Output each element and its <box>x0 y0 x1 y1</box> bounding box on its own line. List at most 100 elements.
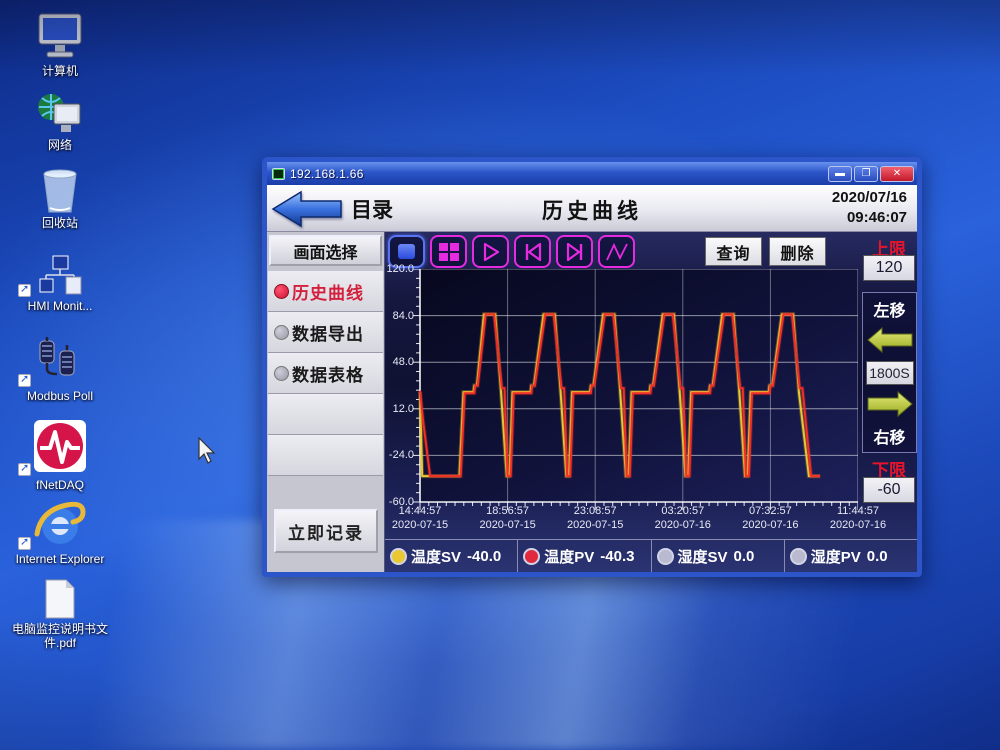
temp-pv-color-dot <box>523 548 540 565</box>
desktop-icon-label: Modbus Poll <box>12 390 108 404</box>
recycle-bin-icon <box>12 168 108 214</box>
desktop-icon-label: 电脑监控说明书文件.pdf <box>12 623 108 651</box>
page-title: 历史曲线 <box>267 195 917 225</box>
radio-icon <box>274 366 289 381</box>
pan-left-arrow-button[interactable] <box>867 327 913 354</box>
time-value: 09:46:07 <box>832 208 907 228</box>
x-tick-label: 14:44:572020-07-15 <box>392 505 448 533</box>
skip-end-button[interactable] <box>556 235 593 268</box>
sidebar-item-history-curve[interactable]: 历史曲线 <box>268 271 383 312</box>
pan-left-label: 左移 <box>873 297 905 321</box>
multi-view-button[interactable] <box>430 235 467 268</box>
desktop-icon-label: HMI Monit... <box>12 300 108 314</box>
desktop-icon-hmi-monitor[interactable]: HMI Monit... <box>12 255 108 314</box>
y-tick-label: 120.0 <box>386 263 414 275</box>
close-button[interactable]: ✕ <box>880 166 914 182</box>
minimize-button[interactable]: ▬ <box>828 166 852 182</box>
desktop-icon-pdf-document[interactable]: 电脑监控说明书文件.pdf <box>12 578 108 651</box>
screen-content: 画面选择 历史曲线 数据导出 数据表格 <box>267 232 917 572</box>
radio-icon <box>274 325 289 340</box>
sidebar-empty-row <box>268 435 383 476</box>
window-titlebar[interactable]: 192.168.1.66 ▬ ❐ ✕ <box>267 162 917 185</box>
curve-mode-button[interactable] <box>598 235 635 268</box>
curve-toolbar <box>388 235 635 268</box>
desktop-icon-label: 计算机 <box>12 65 108 79</box>
y-tick-label: -24.0 <box>389 449 414 461</box>
skip-start-button[interactable] <box>514 235 551 268</box>
datetime-display: 2020/07/16 09:46:07 <box>832 188 907 229</box>
shortcut-arrow-icon <box>18 374 31 387</box>
sidebar: 画面选择 历史曲线 数据导出 数据表格 <box>267 232 385 572</box>
modbus-poll-icon <box>12 335 108 387</box>
curve-legend: 温度SV -40.0 温度PV -40.3 湿度SV 0.0 <box>385 539 917 572</box>
hmi-window: 192.168.1.66 ▬ ❐ ✕ 目录 历史曲线 2020/07/16 09… <box>262 157 922 577</box>
legend-item-temp-pv[interactable]: 温度PV -40.3 <box>517 540 650 572</box>
minimize-icon: ▬ <box>835 168 845 179</box>
history-trend-plot[interactable] <box>412 269 858 511</box>
desktop-icon-label: fNetDAQ <box>12 479 108 493</box>
hmi-monitor-icon <box>12 255 108 297</box>
date-value: 2020/07/16 <box>832 188 907 208</box>
x-tick-label: 07:32:572020-07-16 <box>742 505 798 533</box>
legend-item-humidity-pv[interactable]: 湿度PV 0.0 <box>784 540 917 572</box>
window-title: 192.168.1.66 <box>290 167 826 181</box>
desktop-icon-computer[interactable]: 计算机 <box>12 12 108 79</box>
desktop-icon-fnetdaq[interactable]: fNetDAQ <box>12 418 108 493</box>
x-tick-label: 18:56:572020-07-15 <box>479 505 535 533</box>
screen-header: 目录 历史曲线 2020/07/16 09:46:07 <box>267 185 917 232</box>
query-button[interactable]: 查询 <box>705 237 762 266</box>
desktop-icon-label: 网络 <box>12 139 108 153</box>
shortcut-arrow-icon <box>18 463 31 476</box>
sidebar-item-data-export[interactable]: 数据导出 <box>268 312 383 353</box>
pdf-document-icon <box>12 578 108 620</box>
desktop-icon-modbus-poll[interactable]: Modbus Poll <box>12 335 108 404</box>
maximize-icon: ❐ <box>862 168 871 179</box>
sidebar-empty-row <box>268 394 383 435</box>
legend-item-temp-sv[interactable]: 温度SV -40.0 <box>385 540 517 572</box>
legend-item-humidity-sv[interactable]: 湿度SV 0.0 <box>651 540 784 572</box>
play-icon <box>481 242 501 262</box>
app-icon <box>272 168 285 180</box>
curve-icon <box>605 242 629 262</box>
x-tick-label: 03:20:572020-07-16 <box>655 505 711 533</box>
y-tick-label: 84.0 <box>393 310 414 322</box>
x-axis-labels: 14:44:572020-07-1518:56:572020-07-1523:0… <box>420 505 858 535</box>
upper-limit-value[interactable]: 120 <box>863 255 915 281</box>
temp-sv-color-dot <box>390 548 407 565</box>
pan-interval-value[interactable]: 1800S <box>866 361 914 385</box>
internet-explorer-icon <box>12 500 108 550</box>
desktop: 计算机 网络 回收站 <box>0 0 1000 750</box>
desktop-icon-label: 回收站 <box>12 217 108 231</box>
computer-icon <box>12 12 108 62</box>
radio-selected-icon <box>274 284 289 299</box>
y-tick-label: 12.0 <box>393 403 414 415</box>
y-tick-label: 48.0 <box>393 356 414 368</box>
multi-view-icon <box>438 242 460 262</box>
desktop-icon-internet-explorer[interactable]: Internet Explorer <box>12 500 108 567</box>
shortcut-arrow-icon <box>18 284 31 297</box>
skip-start-icon <box>523 242 543 262</box>
single-view-icon <box>398 244 415 259</box>
fnetdaq-icon <box>12 418 108 476</box>
play-button[interactable] <box>472 235 509 268</box>
shortcut-arrow-icon <box>18 537 31 550</box>
mouse-cursor <box>197 437 217 465</box>
pan-controls: 左移 1800S 右移 <box>862 292 917 453</box>
pan-right-arrow-button[interactable] <box>867 391 913 418</box>
x-tick-label: 11:44:572020-07-16 <box>830 505 886 533</box>
humidity-pv-color-dot <box>790 548 807 565</box>
desktop-icon-network[interactable]: 网络 <box>12 92 108 153</box>
chart-panel: 查询 删除 上限 120 120.084.048.012.0-24.0-60.0… <box>385 232 917 572</box>
screen-select-button[interactable]: 画面选择 <box>269 235 382 266</box>
delete-button[interactable]: 删除 <box>769 237 826 266</box>
desktop-icon-label: Internet Explorer <box>12 553 108 567</box>
pan-right-label: 右移 <box>873 424 905 448</box>
x-tick-label: 23:08:572020-07-15 <box>567 505 623 533</box>
close-icon: ✕ <box>893 168 901 179</box>
sidebar-item-data-table[interactable]: 数据表格 <box>268 353 383 394</box>
lower-limit-value[interactable]: -60 <box>863 477 915 503</box>
humidity-sv-color-dot <box>657 548 674 565</box>
maximize-button[interactable]: ❐ <box>854 166 878 182</box>
desktop-icon-recycle-bin[interactable]: 回收站 <box>12 168 108 231</box>
record-now-button[interactable]: 立即记录 <box>274 509 378 553</box>
